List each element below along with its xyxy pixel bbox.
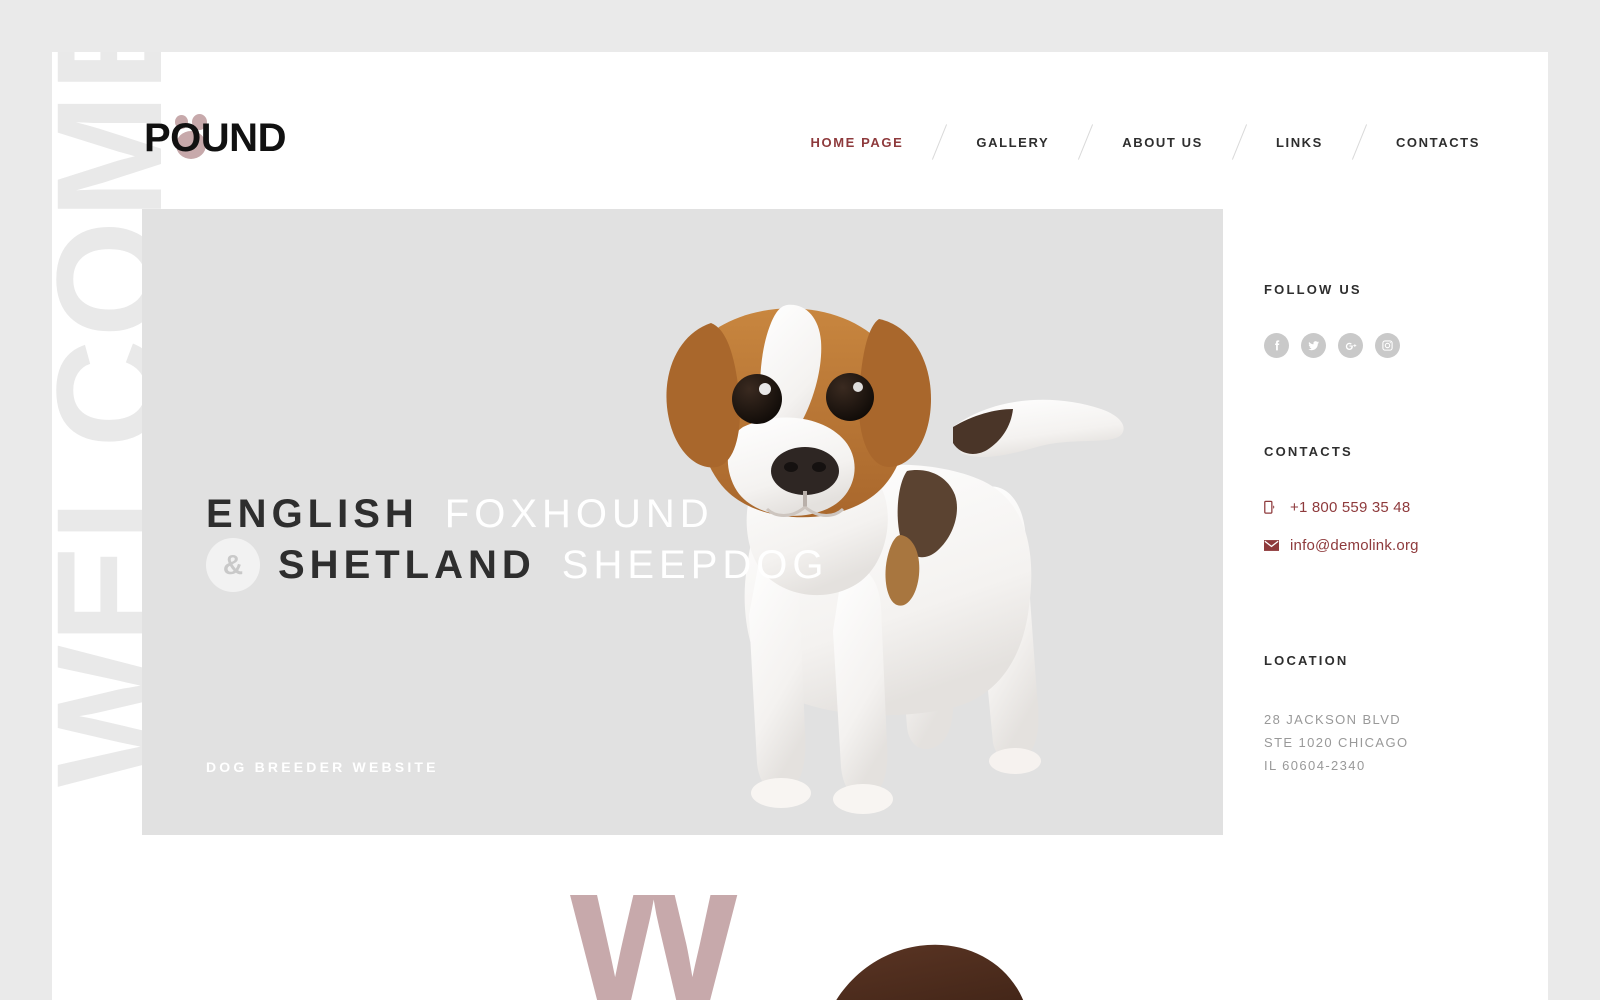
big-w-letter: W [564, 895, 747, 1000]
nav-separator [1078, 124, 1094, 160]
nav-item-home-page[interactable]: HOME PAGE [811, 135, 904, 150]
hero-title-foxhound: FOXHOUND [444, 492, 714, 536]
hero-title-shetland: SHETLAND [278, 542, 536, 587]
hero-title-english: ENGLISH [206, 492, 419, 536]
page-container: WELCOME POUND HOME PAGE GALLERY ABOUT US… [52, 52, 1548, 1000]
phone-link[interactable]: +1 800 559 35 48 [1264, 499, 1494, 516]
email-link[interactable]: info@demolink.org [1264, 537, 1494, 554]
nav-separator [1231, 124, 1248, 160]
main-navigation: HOME PAGE GALLERY ABOUT US LINKS CONTACT… [811, 123, 1481, 161]
instagram-icon[interactable] [1375, 333, 1400, 358]
nav-separator [932, 124, 948, 160]
nav-item-about-us[interactable]: ABOUT US [1122, 135, 1203, 150]
social-links [1264, 333, 1494, 358]
logo-text: POUND [144, 116, 286, 160]
hero-title-sheepdog: SHEEPDOG [561, 542, 829, 587]
ampersand-badge: & [206, 538, 260, 593]
bottom-dog-photo [836, 944, 1023, 1000]
google-plus-icon[interactable] [1338, 333, 1363, 358]
nav-separator [1351, 124, 1368, 160]
ampersand-glyph: & [222, 549, 244, 581]
envelope-icon [1264, 540, 1282, 551]
follow-us-heading: FOLLOW US [1264, 282, 1362, 297]
address-line-3: IL 60604-2340 [1264, 758, 1366, 774]
twitter-icon[interactable] [1301, 333, 1326, 358]
sidebar: FOLLOW US CONTACTS +1 800 559 35 48 info… [1264, 282, 1494, 777]
phone-number: +1 800 559 35 48 [1290, 499, 1411, 516]
email-address: info@demolink.org [1290, 537, 1419, 554]
hero-title: ENGLISH FOXHOUND & SHETLAND SHEEPDOG [206, 491, 829, 593]
address-block: 28 JACKSON BLVD STE 1020 CHICAGO IL 6060… [1264, 708, 1494, 777]
site-logo[interactable]: POUND [144, 112, 286, 160]
hero-title-line-1: ENGLISH FOXHOUND [206, 491, 829, 538]
address-line-1: 28 JACKSON BLVD [1264, 712, 1402, 727]
nav-item-gallery[interactable]: GALLERY [976, 135, 1049, 150]
facebook-icon[interactable] [1264, 333, 1289, 358]
hero-banner: ENGLISH FOXHOUND & SHETLAND SHEEPDOG DOG… [142, 209, 1223, 835]
mobile-phone-icon [1264, 500, 1282, 516]
nav-item-links[interactable]: LINKS [1276, 135, 1323, 150]
location-heading: LOCATION [1264, 653, 1349, 668]
hero-caption: DOG BREEDER WEBSITE [206, 759, 439, 775]
site-header: POUND HOME PAGE GALLERY ABOUT US LINKS C… [52, 52, 1548, 210]
address-line-2: STE 1020 CHICAGO [1264, 735, 1409, 751]
hero-title-line-2: & SHETLAND SHEEPDOG [206, 538, 829, 593]
nav-item-contacts[interactable]: CONTACTS [1396, 135, 1480, 150]
contacts-list: +1 800 559 35 48 info@demolink.org [1264, 499, 1494, 554]
contacts-heading: CONTACTS [1264, 444, 1353, 459]
bottom-section-preview: W [52, 895, 1548, 1000]
